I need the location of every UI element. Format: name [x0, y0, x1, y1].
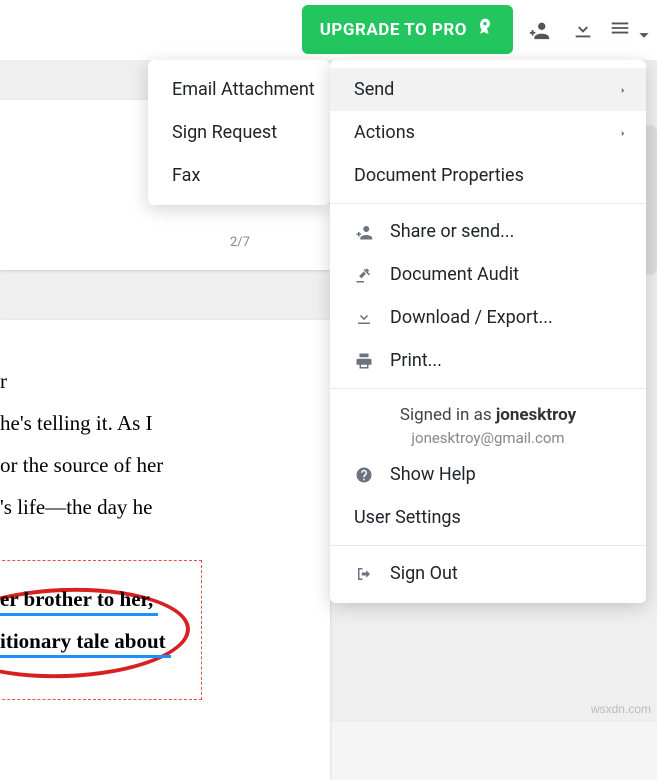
menu-divider — [330, 203, 646, 204]
menu-help[interactable]: Show Help — [330, 453, 646, 496]
download-icon — [354, 308, 374, 328]
menu-item-label: Share or send... — [390, 221, 514, 242]
menu-item-label: Sign Out — [390, 563, 458, 584]
menu-user-settings[interactable]: User Settings — [330, 496, 646, 539]
menu-print[interactable]: Print... — [330, 339, 646, 382]
hamburger-icon — [609, 17, 631, 43]
sign-out-icon — [354, 564, 374, 584]
submenu-sign-request[interactable]: Sign Request — [148, 111, 330, 154]
menu-item-label: Document Properties — [354, 165, 524, 186]
menu-item-label: User Settings — [354, 507, 461, 528]
menu-item-label: Show Help — [390, 464, 476, 485]
page-indicator: 2/7 — [230, 235, 250, 250]
gavel-icon — [354, 265, 374, 285]
menu-item-label: Send — [354, 79, 394, 100]
menu-item-label: Document Audit — [390, 264, 519, 285]
rocket-icon — [475, 17, 495, 42]
menu-item-label: Email Attachment — [172, 79, 315, 100]
main-menu-button[interactable] — [609, 17, 645, 43]
menu-send[interactable]: Send — [330, 68, 646, 111]
menu-document-properties[interactable]: Document Properties — [330, 154, 646, 197]
doc-text: he's telling it. As I — [0, 402, 320, 444]
account-info: Signed in as jonesktroy jonesktroy@gmail… — [330, 395, 646, 453]
menu-actions[interactable]: Actions — [330, 111, 646, 154]
add-user-button[interactable] — [521, 12, 557, 48]
doc-text: or the source of her — [0, 444, 320, 486]
menu-audit[interactable]: Document Audit — [330, 253, 646, 296]
doc-text: r — [0, 360, 320, 402]
account-email: jonesktroy@gmail.com — [354, 429, 622, 447]
menu-item-label: Fax — [172, 165, 200, 186]
annotation-region[interactable]: er brother to her, itionary tale about — [0, 578, 320, 662]
upgrade-label: UPGRADE TO PRO — [320, 20, 467, 40]
highlighted-text: itionary tale about — [0, 620, 166, 662]
help-icon — [354, 465, 374, 485]
chevron-right-icon — [618, 79, 628, 100]
submenu-fax[interactable]: Fax — [148, 154, 330, 197]
menu-item-label: Sign Request — [172, 122, 277, 143]
menu-item-label: Print... — [390, 350, 442, 371]
menu-item-label: Actions — [354, 122, 415, 143]
watermark: wsxdn.com — [591, 702, 651, 716]
menu-download[interactable]: Download / Export... — [330, 296, 646, 339]
chevron-right-icon — [618, 122, 628, 143]
document-page: r he's telling it. As I or the source of… — [0, 320, 330, 780]
menu-share[interactable]: Share or send... — [330, 210, 646, 253]
main-dropdown-menu: Send Actions Document Properties Share o… — [330, 60, 646, 603]
chevron-down-icon — [633, 24, 645, 36]
print-icon — [354, 351, 374, 371]
send-submenu: Email Attachment Sign Request Fax — [148, 60, 330, 205]
doc-text: 's life—the day he — [0, 486, 320, 528]
menu-item-label: Download / Export... — [390, 307, 553, 328]
download-button[interactable] — [565, 12, 601, 48]
menu-divider — [330, 545, 646, 546]
menu-divider — [330, 388, 646, 389]
top-toolbar: UPGRADE TO PRO — [0, 0, 657, 60]
highlighted-text: er brother to her, — [0, 578, 153, 620]
signed-in-prefix: Signed in as — [400, 405, 496, 425]
menu-sign-out[interactable]: Sign Out — [330, 552, 646, 595]
share-icon — [354, 222, 374, 242]
upgrade-button[interactable]: UPGRADE TO PRO — [302, 5, 513, 54]
submenu-email-attachment[interactable]: Email Attachment — [148, 68, 330, 111]
username: jonesktroy — [496, 405, 576, 425]
